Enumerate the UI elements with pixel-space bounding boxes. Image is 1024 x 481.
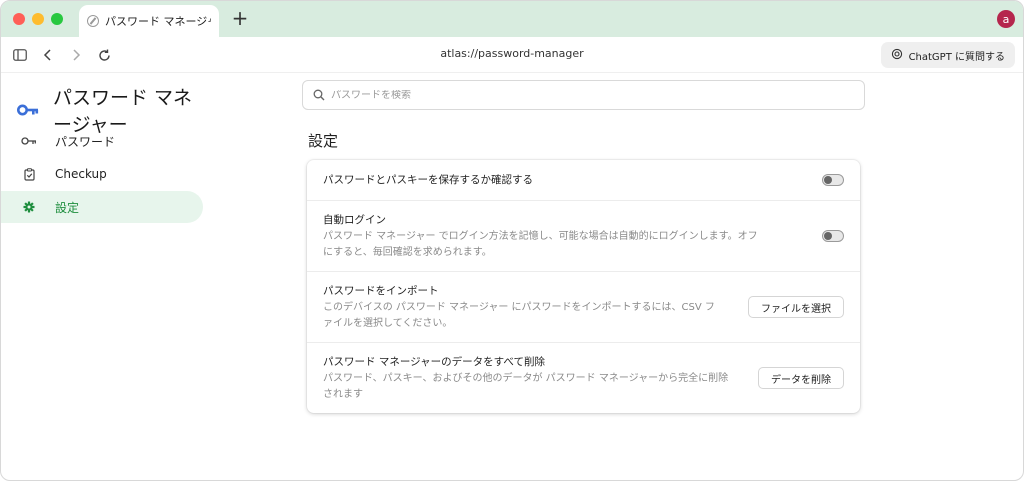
settings-card: パスワードとパスキーを保存するか確認する 自動ログイン パスワード マネージャー… — [307, 160, 860, 413]
ask-chatgpt-label: ChatGPT に質問する — [908, 51, 1005, 63]
section-title: 設定 — [308, 132, 339, 150]
minimize-window-button[interactable] — [32, 13, 44, 25]
key-icon — [21, 136, 37, 146]
sidebar-item-settings[interactable]: 設定 — [1, 191, 203, 223]
toolbar: atlas://password-manager ChatGPT に質問する — [1, 37, 1023, 73]
tab-password-manager[interactable]: パスワード マネージャー — [79, 5, 219, 37]
profile-avatar[interactable]: a — [997, 10, 1015, 28]
sidebar-item-passwords[interactable]: パスワード — [1, 125, 203, 157]
tab-title: パスワード マネージャー — [105, 15, 211, 28]
compass-icon — [87, 15, 99, 27]
setting-row-import: パスワードをインポート このデバイスの パスワード マネージャー にパスワードを… — [307, 272, 860, 343]
maximize-window-button[interactable] — [51, 13, 63, 25]
setting-title: パスワードとパスキーを保存するか確認する — [323, 174, 533, 186]
setting-row-save-prompt: パスワードとパスキーを保存するか確認する — [307, 160, 860, 201]
address-bar[interactable]: atlas://password-manager — [1, 47, 1023, 60]
main-content: 設定 パスワードとパスキーを保存するか確認する 自動ログイン パスワード マネー… — [301, 73, 1023, 480]
setting-description: このデバイスの パスワード マネージャー にパスワードをインポートするには、CS… — [323, 302, 715, 329]
setting-description: パスワード、パスキー、およびその他のデータが パスワード マネージャーから完全に… — [323, 373, 729, 400]
sidebar-item-label: Checkup — [55, 167, 107, 181]
title-bar: パスワード マネージャー + a — [1, 1, 1023, 37]
sidebar-item-checkup[interactable]: Checkup — [1, 158, 203, 190]
choose-file-button[interactable]: ファイルを選択 — [748, 296, 844, 318]
sidebar-item-label: 設定 — [55, 200, 80, 215]
gear-icon — [21, 201, 37, 213]
chatgpt-icon — [891, 48, 903, 63]
new-tab-button[interactable]: + — [231, 8, 249, 28]
window-controls — [13, 13, 63, 25]
ask-chatgpt-button[interactable]: ChatGPT に質問する — [880, 42, 1015, 68]
auto-login-toggle[interactable] — [822, 230, 844, 242]
delete-data-button[interactable]: データを削除 — [758, 367, 844, 389]
key-logo-icon — [17, 101, 39, 120]
save-prompt-toggle[interactable] — [822, 174, 844, 186]
setting-row-delete-all: パスワード マネージャーのデータをすべて削除 パスワード、パスキー、およびその他… — [307, 343, 860, 413]
clipboard-check-icon — [21, 167, 37, 181]
search-input[interactable] — [331, 89, 831, 101]
search-icon — [313, 86, 325, 105]
sidebar-item-label: パスワード — [55, 134, 116, 149]
setting-row-auto-login: 自動ログイン パスワード マネージャー でログイン方法を記憶し、可能な場合は自動… — [307, 201, 860, 272]
sidebar: パスワード マネージャー パスワード Checkup 設定 — [1, 73, 211, 480]
close-window-button[interactable] — [13, 13, 25, 25]
sidebar-nav: パスワード Checkup 設定 — [1, 125, 203, 224]
search-box[interactable] — [302, 80, 865, 110]
setting-description: パスワード マネージャー でログイン方法を記憶し、可能な場合は自動的にログインし… — [323, 231, 758, 258]
setting-title: 自動ログイン — [323, 214, 386, 226]
browser-window: パスワード マネージャー + a atlas://password-manage… — [0, 0, 1024, 481]
